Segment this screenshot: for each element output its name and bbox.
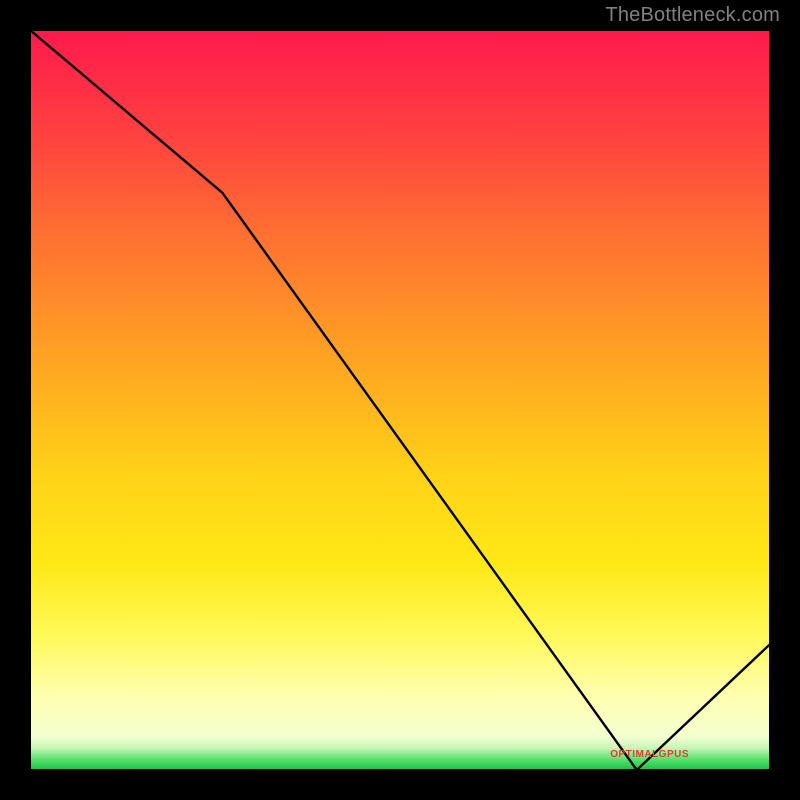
bottleneck-curve-line: [30, 30, 770, 770]
chart-frame: OPTIMALGPUS: [30, 30, 770, 770]
chart-plot-area: [30, 30, 770, 770]
chart-stage: TheBottleneck.com OPTIMALGPUS: [0, 0, 800, 800]
attribution-text: TheBottleneck.com: [605, 4, 780, 27]
optimal-gpus-label: OPTIMALGPUS: [610, 749, 689, 760]
